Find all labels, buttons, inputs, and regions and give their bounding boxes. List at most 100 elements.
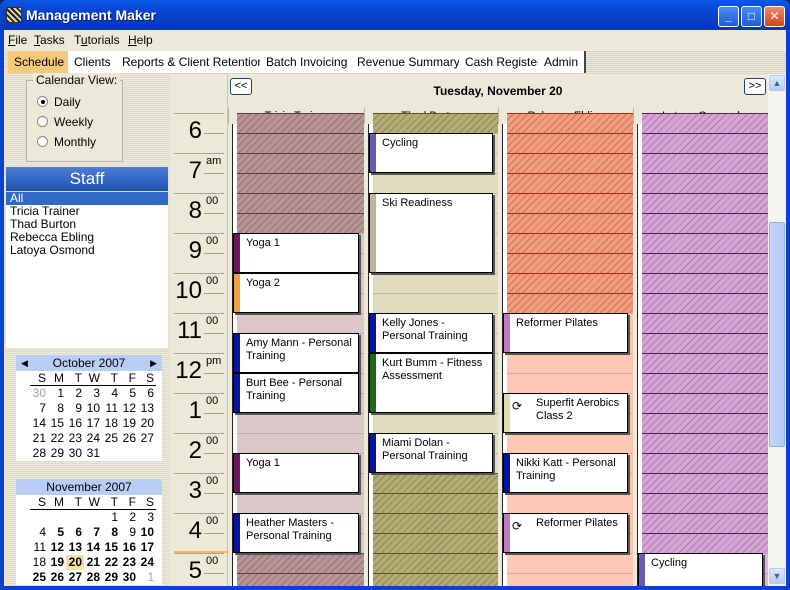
unavailable-slot[interactable] [642,393,768,413]
unavailable-slot[interactable] [642,213,768,233]
available-slot[interactable] [507,553,633,573]
calendar-day[interactable]: 1 [48,386,66,401]
calendar-day[interactable]: 26 [120,431,138,446]
calendar-day[interactable]: 5 [120,386,138,401]
unavailable-slot[interactable] [237,133,364,153]
calendar-day[interactable]: 14 [30,416,48,431]
calendar-day[interactable]: 8 [48,401,66,416]
appointment-block[interactable]: Kelly Jones - Personal Training [369,313,493,353]
staff-column-tricia-trainer[interactable]: Yoga 1 Yoga 2 Amy Mann - Personal Training… [232,113,364,586]
calendar-day[interactable]: 30 [120,570,138,585]
calendar-day[interactable]: 1 [138,570,156,585]
unavailable-slot[interactable] [642,513,768,533]
calendar-day[interactable]: 8 [102,525,120,540]
unavailable-slot[interactable] [642,153,768,173]
scroll-up-button[interactable]: ▲ [769,75,785,91]
available-slot[interactable] [507,353,633,373]
next-month-icon[interactable]: ▶ [150,355,157,371]
unavailable-slot[interactable] [642,473,768,493]
unavailable-slot[interactable] [373,553,498,573]
calendar-day[interactable]: 27 [66,570,84,585]
calendar-day[interactable]: 20 [138,416,156,431]
calendar-day[interactable]: 24 [138,555,156,570]
tab-batch-invoicing[interactable]: Batch Invoicing [260,51,356,73]
calendar-day[interactable]: 30 [66,446,84,461]
unavailable-slot[interactable] [642,353,768,373]
scrollbar-thumb[interactable] [769,222,785,447]
appointment-block[interactable]: Amy Mann - Personal Training [233,333,359,373]
available-slot[interactable] [507,433,633,453]
maximize-button[interactable]: □ [741,6,762,27]
calendar-day[interactable]: 25 [102,431,120,446]
calendar-day[interactable]: 7 [84,525,102,540]
unavailable-slot[interactable] [373,573,498,586]
menu-tasks[interactable]: Tasks [34,33,65,47]
calendar-day[interactable]: 1 [102,510,120,525]
calendar-day[interactable]: 11 [102,401,120,416]
appointment-block[interactable]: Cycling [369,133,493,173]
calendar-day[interactable]: 9 [120,525,138,540]
unavailable-slot[interactable] [642,313,768,333]
calendar-day[interactable]: 12 [48,540,66,555]
available-slot[interactable] [237,493,364,513]
available-slot[interactable] [507,373,633,393]
menu-help[interactable]: Help [128,33,153,47]
unavailable-slot[interactable] [642,253,768,273]
calendar-day[interactable]: 13 [66,540,84,555]
unavailable-slot[interactable] [507,273,633,293]
unavailable-slot[interactable] [237,173,364,193]
unavailable-slot[interactable] [642,533,768,553]
appointment-block[interactable]: Yoga 1 [233,453,359,493]
appointment-block[interactable]: Heather Masters - Personal Training [233,513,359,553]
available-slot[interactable] [373,173,498,193]
unavailable-slot[interactable] [237,213,364,233]
close-button[interactable]: ✕ [764,6,785,27]
available-slot[interactable] [373,273,498,293]
calendar-day[interactable]: 12 [120,401,138,416]
calendar-day[interactable]: 11 [30,540,48,555]
unavailable-slot[interactable] [373,533,498,553]
unavailable-slot[interactable] [507,293,633,313]
calendar-day[interactable]: 18 [102,416,120,431]
available-slot[interactable] [237,413,364,433]
unavailable-slot[interactable] [237,573,364,586]
calendar-day[interactable]: 22 [102,555,120,570]
appointment-block[interactable]: Kurt Bumm - Fitness Assessment [369,353,493,413]
appointment-block[interactable]: ⟳ Reformer Pilates [503,513,628,553]
unavailable-slot[interactable] [237,113,364,133]
available-slot[interactable] [237,433,364,453]
appointment-block[interactable]: ⟳ Superfit Aerobics Class 2 [503,393,628,433]
radio-circle-icon[interactable] [37,116,48,127]
prev-month-icon[interactable]: ◀ [21,355,28,371]
unavailable-slot[interactable] [373,473,498,493]
calendar-day[interactable]: 23 [120,555,138,570]
calendar-day[interactable]: 14 [84,540,102,555]
unavailable-slot[interactable] [507,213,633,233]
staff-column-thad-burton[interactable]: Cycling Ski Readiness Kelly Jones - Person… [368,113,498,586]
tab-schedule[interactable]: Schedule [8,51,73,73]
calendar-day[interactable]: 4 [102,386,120,401]
appointment-block[interactable]: Reformer Pilates [503,313,628,353]
calendar-day[interactable]: 6 [66,525,84,540]
unavailable-slot[interactable] [507,253,633,273]
calendar-day[interactable]: 13 [138,401,156,416]
unavailable-slot[interactable] [642,113,768,133]
radio-daily[interactable]: Daily [37,95,81,109]
calendar-day[interactable]: 16 [66,416,84,431]
calendar-day[interactable]: 23 [66,431,84,446]
unavailable-slot[interactable] [507,233,633,253]
calendar-day[interactable]: 2 [120,510,138,525]
calendar-day[interactable]: 19 [48,555,66,570]
radio-circle-icon[interactable] [37,96,48,107]
calendar-day[interactable]: 18 [30,555,48,570]
unavailable-slot[interactable] [642,293,768,313]
unavailable-slot[interactable] [373,113,498,133]
calendar-day[interactable]: 3 [138,510,156,525]
calendar-day[interactable]: 24 [84,431,102,446]
unavailable-slot[interactable] [642,433,768,453]
calendar-day[interactable]: 16 [120,540,138,555]
unavailable-slot[interactable] [373,493,498,513]
radio-weekly[interactable]: Weekly [37,115,93,129]
calendar-day[interactable]: 21 [30,431,48,446]
tab-reports-client-retention[interactable]: Reports & Client Retention [116,51,273,73]
